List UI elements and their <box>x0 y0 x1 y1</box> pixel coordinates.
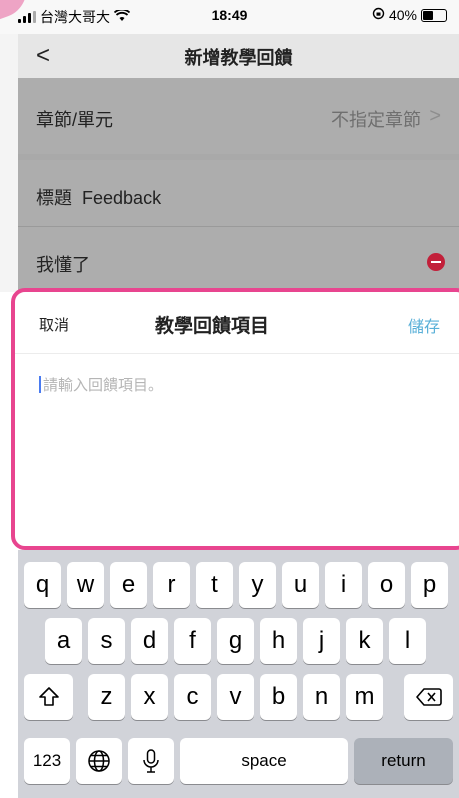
text-caret <box>39 376 41 393</box>
title-label: 標題 Feedback <box>36 184 161 210</box>
key-o[interactable]: o <box>368 562 405 608</box>
key-x[interactable]: x <box>131 674 168 720</box>
shift-icon <box>38 687 59 706</box>
status-right: 40% <box>372 7 447 23</box>
dictation-key[interactable] <box>128 738 174 784</box>
microphone-icon <box>143 749 159 773</box>
globe-icon <box>88 750 110 772</box>
feedback-item-sheet: 取消 教學回饋項目 儲存 請輸入回饋項目。 <box>11 288 459 550</box>
key-p[interactable]: p <box>411 562 448 608</box>
keyboard: q w e r t y u i o p a s d f g h j k l z … <box>18 550 459 798</box>
form-list: 章節/單元 不指定章節 > 標題 Feedback 我懂了 <box>18 78 459 292</box>
feedback-input-placeholder: 請輸入回饋項目。 <box>43 377 164 394</box>
key-k[interactable]: k <box>346 618 383 664</box>
key-q[interactable]: q <box>24 562 61 608</box>
understood-label: 我懂了 <box>36 255 90 275</box>
sheet-title: 教學回饋項目 <box>155 316 270 337</box>
key-e[interactable]: e <box>110 562 147 608</box>
key-z[interactable]: z <box>88 674 125 720</box>
key-j[interactable]: j <box>303 618 340 664</box>
chevron-right-icon: > <box>429 105 441 127</box>
key-h[interactable]: h <box>260 618 297 664</box>
key-u[interactable]: u <box>282 562 319 608</box>
key-g[interactable]: g <box>217 618 254 664</box>
return-key[interactable]: return <box>354 738 453 784</box>
feedback-input[interactable]: 請輸入回饋項目。 <box>39 374 163 395</box>
chapter-value: 不指定章節 <box>331 110 421 130</box>
title-label-text: 標題 <box>36 188 72 208</box>
space-key[interactable]: space <box>180 738 348 784</box>
save-button[interactable]: 儲存 <box>408 313 440 337</box>
chapter-label: 章節/單元 <box>36 110 114 130</box>
key-f[interactable]: f <box>174 618 211 664</box>
key-c[interactable]: c <box>174 674 211 720</box>
page-title: 新增教學回饋 <box>184 48 293 68</box>
key-r[interactable]: r <box>153 562 190 608</box>
cancel-button[interactable]: 取消 <box>39 314 69 335</box>
key-l[interactable]: l <box>389 618 426 664</box>
shift-key[interactable] <box>24 674 73 720</box>
key-a[interactable]: a <box>45 618 82 664</box>
globe-key[interactable] <box>76 738 122 784</box>
key-n[interactable]: n <box>303 674 340 720</box>
title-row[interactable]: 標題 Feedback <box>18 160 459 226</box>
key-y[interactable]: y <box>239 562 276 608</box>
key-b[interactable]: b <box>260 674 297 720</box>
key-w[interactable]: w <box>67 562 104 608</box>
status-bar: 台灣大哥大 18:49 40% <box>0 0 459 34</box>
backspace-icon <box>415 688 442 706</box>
left-margin <box>0 34 18 292</box>
key-i[interactable]: i <box>325 562 362 608</box>
chapter-row[interactable]: 章節/單元 不指定章節 > <box>18 78 459 154</box>
sheet-header: 取消 教學回饋項目 儲存 <box>15 292 459 354</box>
battery-icon <box>421 8 447 22</box>
key-s[interactable]: s <box>88 618 125 664</box>
numbers-key[interactable]: 123 <box>24 738 70 784</box>
key-v[interactable]: v <box>217 674 254 720</box>
battery-percent: 40% <box>388 7 417 23</box>
title-value: Feedback <box>82 188 162 208</box>
delete-icon[interactable] <box>427 253 445 271</box>
orientation-lock-icon <box>372 7 385 23</box>
nav-bar: < 新增教學回饋 <box>18 34 459 78</box>
key-d[interactable]: d <box>131 618 168 664</box>
key-t[interactable]: t <box>196 562 233 608</box>
understood-row: 我懂了 <box>18 227 459 292</box>
key-m[interactable]: m <box>346 674 383 720</box>
delete-key[interactable] <box>404 674 453 720</box>
